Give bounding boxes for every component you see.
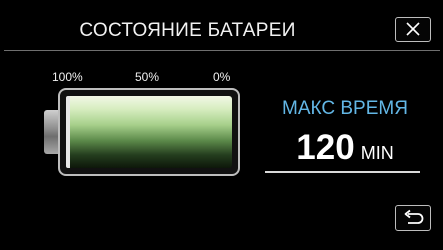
scale-label-100: 100% — [52, 70, 83, 84]
scale-label-50: 50% — [135, 70, 160, 84]
battery-charge-fill — [66, 96, 232, 168]
battery-status-screen: СОСТОЯНИЕ БАТАРЕИ 100% 50% 0% МАКС ВРЕМЯ… — [0, 0, 443, 250]
max-time-label: МАКС ВРЕМЯ — [282, 98, 408, 119]
close-button[interactable] — [395, 17, 431, 42]
scale-label-0: 0% — [213, 70, 231, 84]
close-icon — [406, 22, 420, 36]
battery-icon — [58, 88, 240, 176]
battery-fill-edge — [66, 96, 70, 168]
back-button[interactable] — [395, 205, 431, 231]
max-time-readout: 120 MIN — [270, 128, 420, 168]
header-divider — [4, 50, 440, 51]
page-title: СОСТОЯНИЕ БАТАРЕИ — [79, 20, 296, 41]
max-time-value: 120 — [296, 128, 355, 167]
max-time-underline — [265, 171, 420, 173]
max-time-unit: MIN — [360, 143, 394, 163]
return-arrow-icon — [404, 209, 424, 224]
